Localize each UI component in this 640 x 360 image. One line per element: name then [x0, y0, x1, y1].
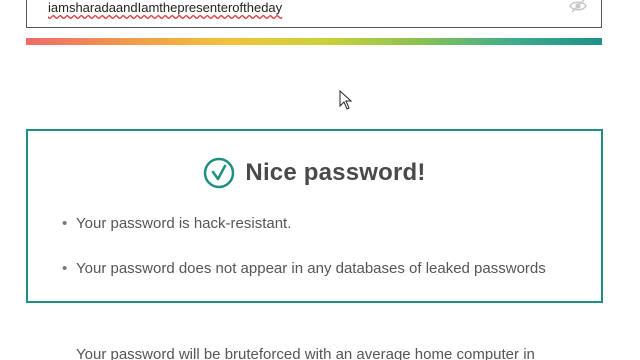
result-item-hack-resistant: Your password is hack-resistant.: [58, 213, 546, 235]
eye-off-icon[interactable]: [569, 0, 587, 14]
password-checker-page: iamsharadaandIamthepresenteroftheday Nic…: [0, 0, 640, 360]
result-item-not-leaked: Your password does not appear in any dat…: [58, 258, 546, 280]
check-circle-icon: [203, 157, 235, 189]
result-list: Your password is hack-resistant. Your pa…: [58, 213, 546, 280]
result-title: Nice password!: [245, 159, 426, 186]
bruteforce-estimate-text: Your password will be bruteforced with a…: [76, 346, 535, 360]
password-strength-bar: [26, 38, 602, 45]
password-value[interactable]: iamsharadaandIamthepresenteroftheday: [48, 0, 282, 15]
mouse-cursor-icon: [339, 89, 353, 110]
password-input[interactable]: iamsharadaandIamthepresenteroftheday: [26, 0, 602, 28]
password-result-card: Nice password! Your password is hack-res…: [26, 129, 603, 303]
result-header: Nice password!: [28, 155, 601, 191]
